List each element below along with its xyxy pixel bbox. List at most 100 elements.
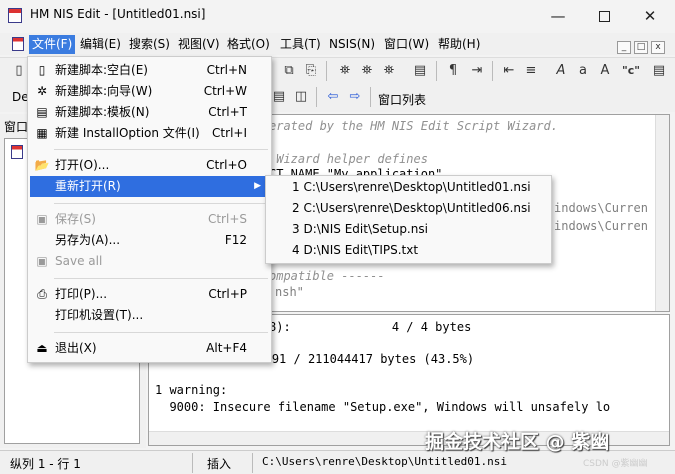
comment-icon[interactable]: ≡ <box>522 62 540 80</box>
cursor-position: 纵列 1 - 行 1 <box>10 457 81 471</box>
editor-line: nsh" <box>275 285 304 299</box>
menu-item-save-all[interactable]: ▣ Save all <box>30 251 269 272</box>
maximize-button[interactable] <box>581 0 627 32</box>
exit-icon: ⏏ <box>36 341 48 355</box>
menu-item-save[interactable]: ▣ 保存(S) Ctrl+S <box>30 209 269 230</box>
cascade-icon[interactable]: ◫ <box>292 88 310 106</box>
menu-help[interactable]: 帮助(H) <box>435 35 483 54</box>
menu-item-new-blank[interactable]: ▯ 新建脚本:空白(E) Ctrl+N <box>30 60 269 81</box>
recent-file-item[interactable]: 2 C:\Users\renre\Desktop\Untitled06.nsi <box>292 198 531 219</box>
menu-item-label: Save all <box>55 254 103 268</box>
uppercase-icon[interactable]: A <box>552 62 570 80</box>
next-window-icon[interactable]: ⇨ <box>346 88 364 106</box>
more-icon[interactable]: ▤ <box>650 62 668 80</box>
print-icon: ⎙ <box>37 287 47 301</box>
menu-item-new-installoption[interactable]: ▦ 新建 InstallOption 文件(I) Ctrl+I <box>30 123 269 144</box>
mdi-minimize-button[interactable]: _ <box>617 41 631 54</box>
find-next-icon[interactable]: ⛯ <box>358 62 376 80</box>
editor-line: Wizard helper defines <box>269 152 428 166</box>
menu-item-shortcut: Ctrl+O <box>206 158 247 172</box>
menu-view[interactable]: 视图(V) <box>175 35 223 54</box>
menu-item-shortcut: Ctrl+W <box>203 84 247 98</box>
menu-item-label: 新建脚本:空白(E) <box>55 63 148 77</box>
quote-icon[interactable]: "c" <box>618 62 644 80</box>
installoption-icon: ▦ <box>36 126 48 140</box>
find-icon[interactable]: ⛯ <box>336 62 354 80</box>
menu-item-shortcut: Ctrl+I <box>212 126 247 140</box>
recent-file-item[interactable]: 3 D:\NIS Edit\Setup.nsi <box>292 219 428 240</box>
menu-item-shortcut: Alt+F4 <box>206 341 247 355</box>
replace-icon[interactable]: ⛯ <box>380 62 398 80</box>
app-icon <box>8 8 22 23</box>
menu-item-label: 新建脚本:向导(W) <box>55 84 153 98</box>
menu-nsis[interactable]: NSIS(N) <box>326 35 378 54</box>
recent-file-item[interactable]: 1 C:\Users\renre\Desktop\Untitled01.nsi <box>292 177 531 198</box>
insert-mode: 插入 <box>207 457 232 471</box>
menu-tools[interactable]: 工具(T) <box>277 35 324 54</box>
menu-window[interactable]: 窗口(W) <box>381 35 432 54</box>
prev-window-icon[interactable]: ⇦ <box>324 88 342 106</box>
title-bar: HM NIS Edit - [Untitled01.nsi] — ✕ <box>0 0 675 32</box>
menu-search[interactable]: 搜索(S) <box>126 35 173 54</box>
menu-item-open[interactable]: 📂 打开(O)... Ctrl+O <box>30 155 269 176</box>
editor-line: indows\Curren <box>554 219 648 233</box>
open-folder-icon: 📂 <box>34 158 50 172</box>
recent-files-submenu: 1 C:\Users\renre\Desktop\Untitled01.nsi … <box>265 175 552 264</box>
menu-item-new-wizard[interactable]: ✲ 新建脚本:向导(W) Ctrl+W <box>30 81 269 102</box>
menu-item-label: 另存为(A)... <box>55 233 121 247</box>
menu-item-new-template[interactable]: ▤ 新建脚本:模板(N) Ctrl+T <box>30 102 269 123</box>
menu-item-shortcut: Ctrl+T <box>208 105 247 119</box>
menu-format[interactable]: 格式(O) <box>224 35 273 54</box>
minimize-button[interactable]: — <box>535 0 581 32</box>
editor-line: ompatible ------ <box>269 269 385 283</box>
document-icon[interactable] <box>12 37 24 51</box>
tile-icon[interactable]: ▤ <box>270 88 288 106</box>
nsi-file-icon[interactable] <box>11 145 23 159</box>
new-blank-icon: ▯ <box>38 63 46 77</box>
outdent-icon[interactable]: ⇤ <box>500 62 518 80</box>
menu-item-label: 保存(S) <box>55 212 96 226</box>
menu-item-save-as[interactable]: 另存为(A)... F12 <box>30 230 269 251</box>
menu-item-exit[interactable]: ⏏ 退出(X) Alt+F4 <box>30 338 269 359</box>
font-icon[interactable]: A <box>596 62 614 80</box>
indent-icon[interactable]: ⇥ <box>468 62 486 80</box>
pane-header: 窗口 <box>4 120 29 134</box>
menu-item-label: 退出(X) <box>55 341 97 355</box>
maximize-icon <box>598 11 610 22</box>
paragraph-icon[interactable]: ¶ <box>444 62 462 80</box>
paste-icon[interactable]: ⎘ <box>302 62 320 80</box>
lowercase-icon[interactable]: a <box>574 62 592 80</box>
menu-item-printer-setup[interactable]: 打印机设置(T)... <box>30 305 269 326</box>
new-icon[interactable]: ▯ <box>10 62 28 80</box>
output-line: 1 warning: <box>155 383 228 397</box>
window-list-button[interactable]: 窗口列表 <box>378 91 426 108</box>
menu-item-label: 打印(P)... <box>55 287 108 301</box>
submenu-arrow-icon: ▶ <box>254 181 261 191</box>
menu-item-label: 新建脚本:模板(N) <box>55 105 150 119</box>
editor-scrollbar[interactable] <box>655 115 669 311</box>
copy-icon[interactable]: ⧉ <box>280 62 298 80</box>
mdi-restore-button[interactable]: □ <box>634 41 648 54</box>
wizard-icon: ✲ <box>36 84 48 98</box>
watermark: 掘金技术社区 @ 紫幽 <box>425 431 610 453</box>
menu-item-print[interactable]: ⎙ 打印(P)... Ctrl+P <box>30 284 269 305</box>
menu-bar: 文件(F) 编辑(E) 搜索(S) 视图(V) 格式(O) 工具(T) NSIS… <box>0 33 675 55</box>
menu-file[interactable]: 文件(F) <box>29 35 76 54</box>
menu-item-shortcut: Ctrl+P <box>208 287 247 301</box>
mdi-close-button[interactable]: x <box>651 41 665 54</box>
menu-item-shortcut: Ctrl+S <box>207 212 247 226</box>
output-line: 8): 4 / 4 bytes <box>269 320 472 334</box>
menu-item-label: 打印机设置(T)... <box>55 308 144 322</box>
close-button[interactable]: ✕ <box>627 0 673 32</box>
menu-item-label: 打开(O)... <box>55 158 110 172</box>
editor-line: indows\Curren <box>554 201 648 215</box>
menu-item-reopen[interactable]: 重新打开(R) ▶ <box>30 176 269 197</box>
output-line: 9000: Insecure filename "Setup.exe", Win… <box>155 400 611 414</box>
recent-file-item[interactable]: 4 D:\NIS Edit\TIPS.txt <box>292 240 418 261</box>
menu-edit[interactable]: 编辑(E) <box>77 35 124 54</box>
menu-item-label: 新建 InstallOption 文件(I) <box>55 126 200 140</box>
save-all-icon: ▣ <box>36 254 48 268</box>
menu-item-shortcut: Ctrl+N <box>206 63 247 77</box>
goto-icon[interactable]: ▤ <box>411 62 429 80</box>
watermark-sub: CSDN @紫幽幽 <box>583 459 648 469</box>
